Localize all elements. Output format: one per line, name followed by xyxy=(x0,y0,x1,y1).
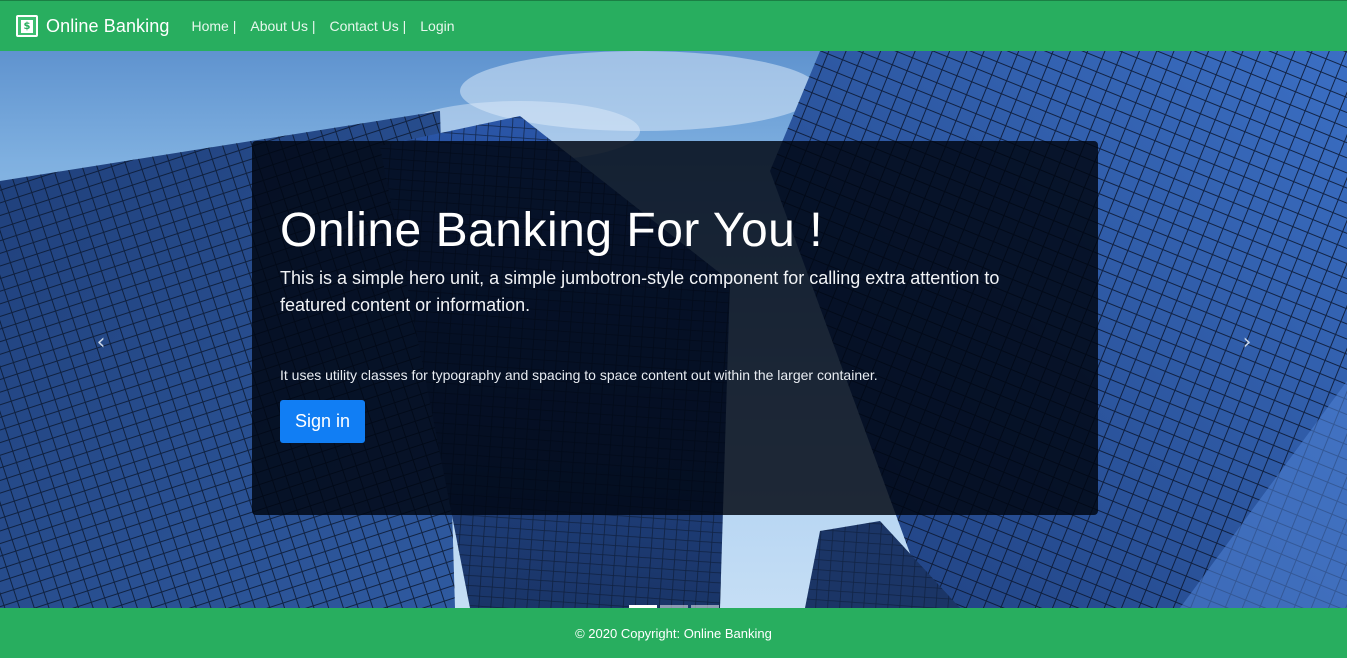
brand-link[interactable]: $ Online Banking xyxy=(16,15,169,37)
footer-copyright: © 2020 Copyright: Online Banking xyxy=(575,625,772,641)
dollar-icon: $ xyxy=(16,15,38,37)
hero-carousel: ‹ › Online Banking For You ! This is a s… xyxy=(0,51,1347,608)
nav-link-home[interactable]: Home | xyxy=(191,18,236,34)
nav-link-about-us[interactable]: About Us | xyxy=(250,18,315,34)
chevron-right-icon[interactable]: › xyxy=(1237,330,1257,355)
hero-jumbotron: Online Banking For You ! This is a simpl… xyxy=(252,141,1098,515)
chevron-left-icon[interactable]: ‹ xyxy=(91,330,111,355)
nav-link-contact-us[interactable]: Contact Us | xyxy=(329,18,406,34)
top-navbar: $ Online Banking Home | About Us | Conta… xyxy=(0,0,1347,51)
hero-lead: This is a simple hero unit, a simple jum… xyxy=(280,268,1000,315)
nav-links: Home | About Us | Contact Us | Login xyxy=(191,18,468,34)
brand-name: Online Banking xyxy=(46,15,170,36)
hero-text: It uses utility classes for typography a… xyxy=(280,367,878,383)
dollar-glyph: $ xyxy=(21,19,33,33)
sign-in-button[interactable]: Sign in xyxy=(280,400,366,443)
nav-link-login[interactable]: Login xyxy=(420,18,454,34)
page-footer: © 2020 Copyright: Online Banking xyxy=(0,608,1347,658)
hero-title: Online Banking For You ! xyxy=(280,204,824,257)
